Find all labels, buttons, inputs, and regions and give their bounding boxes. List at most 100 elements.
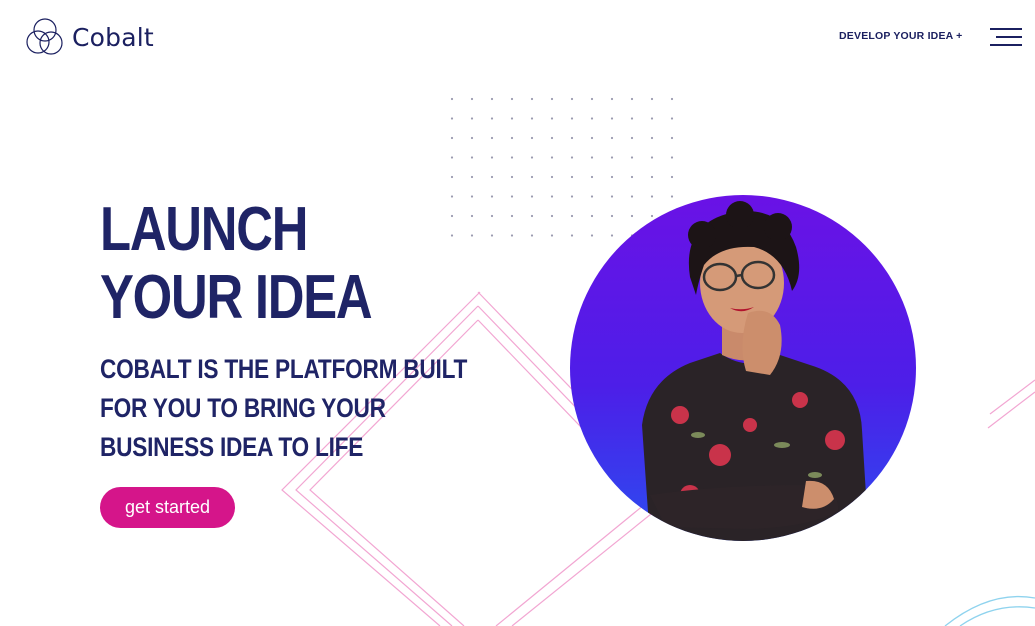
subhead-line-1: COBALT IS THE PLATFORM BUILT	[100, 354, 468, 384]
grid-dot	[510, 117, 514, 120]
grid-dot	[610, 136, 614, 140]
grid-dot	[550, 156, 554, 159]
grid-dot	[490, 156, 494, 159]
grid-dot	[550, 97, 554, 101]
grid-dot	[630, 214, 634, 218]
grid-dot	[490, 97, 494, 101]
grid-dot	[610, 234, 614, 237]
grid-dot	[630, 195, 634, 198]
grid-dot	[570, 175, 574, 179]
grid-dot	[570, 234, 574, 237]
grid-dot	[670, 97, 674, 101]
grid-dot	[610, 214, 614, 218]
menu-line-bottom	[990, 44, 1022, 46]
grid-dot	[550, 195, 554, 198]
grid-dot	[510, 136, 514, 140]
grid-dot	[650, 175, 654, 179]
grid-dot	[470, 234, 474, 237]
grid-dot	[450, 136, 454, 140]
grid-dot	[450, 175, 454, 179]
grid-dot	[450, 195, 454, 198]
get-started-button[interactable]: get started	[100, 487, 235, 528]
menu-line-top	[990, 28, 1022, 30]
grid-dot	[610, 175, 614, 179]
grid-dot	[670, 136, 674, 140]
grid-dot	[510, 214, 514, 218]
grid-dot	[630, 175, 634, 179]
grid-dot	[610, 156, 614, 159]
grid-dot	[590, 214, 594, 218]
grid-dot	[630, 97, 634, 101]
brand-name: Cobalt	[72, 22, 154, 52]
grid-dot	[590, 117, 594, 120]
grid-dot	[630, 136, 634, 140]
grid-dot	[470, 175, 474, 179]
grid-dot	[550, 234, 554, 237]
grid-dot	[510, 234, 514, 237]
grid-dot	[490, 136, 494, 140]
grid-dot	[510, 156, 514, 159]
grid-dot	[630, 156, 634, 159]
hero-subheading: COBALT IS THE PLATFORM BUILT FOR YOU TO …	[100, 350, 467, 467]
grid-dot	[570, 97, 574, 101]
grid-dot	[490, 175, 494, 179]
subhead-line-2: FOR YOU TO BRING YOUR	[100, 393, 386, 423]
grid-dot	[650, 97, 654, 101]
grid-dot	[470, 117, 474, 120]
grid-dot	[470, 214, 474, 218]
subhead-line-3: BUSINESS IDEA TO LIFE	[100, 432, 364, 462]
grid-dot	[530, 175, 534, 179]
grid-dot	[670, 195, 674, 198]
develop-your-idea-link[interactable]: DEVELOP YOUR IDEA +	[839, 30, 963, 42]
cyan-arcs-decoration	[944, 595, 1035, 626]
grid-dot	[550, 214, 554, 218]
grid-dot	[470, 195, 474, 198]
grid-dot	[530, 136, 534, 140]
grid-dot	[630, 117, 634, 120]
brand-logo[interactable]: Cobalt	[24, 16, 154, 58]
grid-dot	[610, 117, 614, 120]
grid-dot	[610, 97, 614, 101]
hero-headline: LAUNCH YOUR IDEA	[100, 195, 373, 332]
grid-dot	[490, 234, 494, 237]
grid-dot	[470, 97, 474, 101]
grid-dot	[510, 97, 514, 101]
grid-dot	[590, 136, 594, 140]
dot-grid-pattern	[450, 97, 674, 237]
grid-dot	[650, 156, 654, 159]
grid-dot	[650, 214, 654, 218]
grid-dot	[590, 195, 594, 198]
grid-dot	[590, 234, 594, 237]
grid-dot	[650, 136, 654, 140]
grid-dot	[450, 117, 454, 120]
grid-dot	[590, 97, 594, 101]
grid-dot	[530, 97, 534, 101]
grid-dot	[550, 175, 554, 179]
hamburger-menu-icon[interactable]	[990, 26, 1024, 48]
grid-dot	[650, 117, 654, 120]
grid-dot	[530, 117, 534, 120]
interlocking-circles-logo-icon	[26, 18, 63, 55]
grid-dot	[510, 195, 514, 198]
grid-dot	[670, 117, 674, 120]
grid-dot	[670, 175, 674, 179]
grid-dot	[490, 214, 494, 218]
grid-dot	[470, 136, 474, 140]
grid-dot	[570, 117, 574, 120]
headline-line-1: LAUNCH	[100, 195, 308, 264]
grid-dot	[530, 234, 534, 237]
grid-dot	[610, 195, 614, 198]
menu-line-middle	[996, 36, 1022, 38]
grid-dot	[490, 117, 494, 120]
grid-dot	[590, 156, 594, 159]
grid-dot	[650, 195, 654, 198]
grid-dot	[570, 136, 574, 140]
grid-dot	[570, 195, 574, 198]
headline-line-2: YOUR IDEA	[100, 263, 373, 332]
grid-dot	[550, 136, 554, 140]
grid-dot	[450, 234, 454, 237]
page: Cobalt DEVELOP YOUR IDEA + LAUNCH YOUR I…	[0, 0, 1035, 626]
grid-dot	[450, 97, 454, 101]
grid-dot	[550, 117, 554, 120]
grid-dot	[450, 156, 454, 159]
